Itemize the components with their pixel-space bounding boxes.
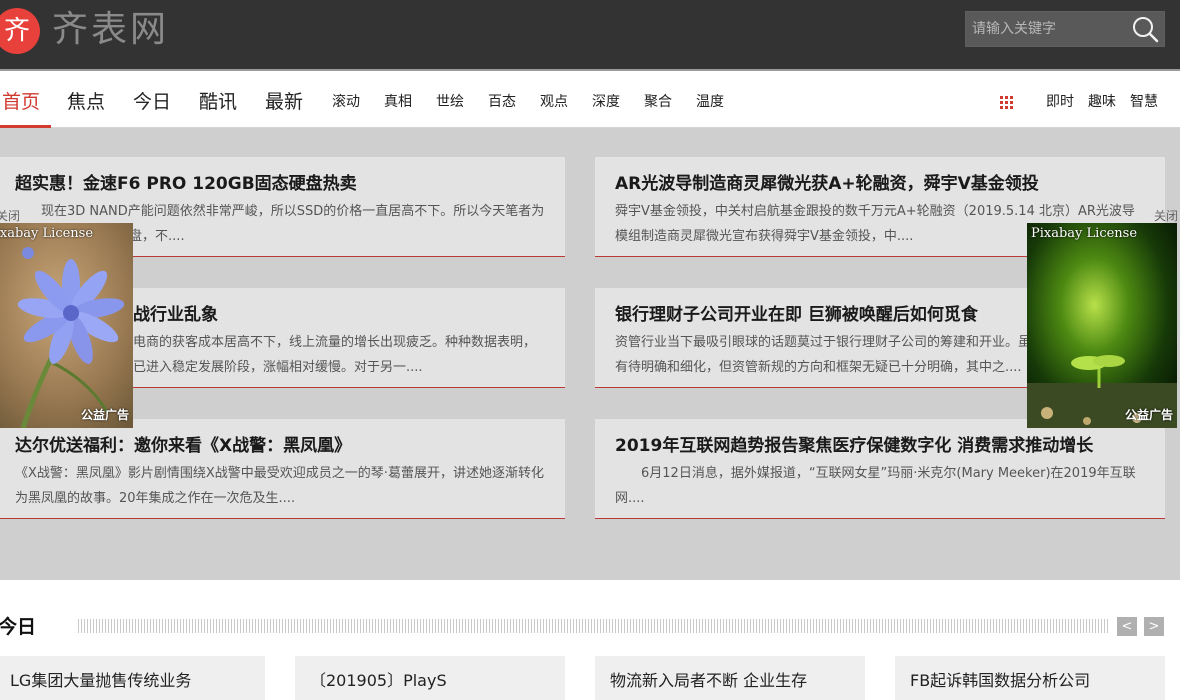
today-card-title[interactable]: LG集团大量抛售传统业务: [10, 667, 191, 691]
featured-card-title[interactable]: 超实惠！金速F6 PRO 120GB固态硬盘热卖: [15, 169, 357, 194]
nav-item-opinion[interactable]: 观点: [540, 71, 568, 128]
green-sprout-image: [1027, 223, 1177, 428]
grid-menu-icon[interactable]: [1000, 96, 1014, 110]
right-ad-banner[interactable]: Pixabay License 公益广告: [1027, 223, 1177, 428]
blue-flower-image: [0, 223, 133, 428]
search-box: [965, 11, 1165, 47]
featured-card[interactable]: 2019年互联网趋势报告聚焦医疗保健数字化 消费需求推动增长 6月12日消息，据…: [595, 419, 1165, 519]
search-button[interactable]: [1130, 15, 1160, 43]
nav-item-instant[interactable]: 即时: [1046, 71, 1074, 128]
nav-item-aggregate[interactable]: 聚合: [644, 71, 672, 128]
featured-card-desc: 电商的获客成本居高不下，线上流量的增长出现疲乏。种种数据表明，已进入稳定发展阶段…: [133, 335, 537, 375]
today-card-title[interactable]: 〔201905〕PlayS: [310, 667, 447, 691]
next-page-button[interactable]: >: [1144, 617, 1164, 636]
nav-item-focus[interactable]: 焦点: [67, 71, 105, 128]
nav-item-truth[interactable]: 真相: [384, 71, 412, 128]
section-title-today: 今日: [0, 616, 37, 638]
left-ad-banner[interactable]: Pixabay License 公益广告: [0, 223, 133, 428]
top-header: 齐 齐表网: [0, 0, 1180, 69]
left-ad-close-button[interactable]: 关闭: [0, 207, 20, 224]
nav-item-baitai[interactable]: 百态: [488, 71, 516, 128]
featured-card-desc: 6月12日消息，据外媒报道，“互联网女星”玛丽·米克尔(Mary Meeker)…: [615, 466, 1136, 506]
nav-item-latest[interactable]: 最新: [265, 71, 303, 128]
nav-item-warmth[interactable]: 温度: [696, 71, 724, 128]
nav-item-shihui[interactable]: 世绘: [436, 71, 464, 128]
featured-card-title[interactable]: 2019年互联网趋势报告聚焦医疗保健数字化 消费需求推动增长: [615, 431, 1093, 456]
today-card[interactable]: 〔201905〕PlayS: [295, 656, 565, 700]
featured-card-title[interactable]: 达尔优送福利：邀你来看《X战警：黑凤凰》: [15, 431, 351, 456]
featured-card-title[interactable]: 银行理财子公司开业在即 巨狮被唤醒后如何觅食: [615, 300, 978, 325]
ad-public-tag: 公益广告: [1124, 408, 1173, 422]
featured-card-desc: 《X战警：黑凤凰》影片剧情围绕X战警中最受欢迎成员之一的琴·葛蕾展开，讲述她逐渐…: [15, 466, 544, 506]
nav-item-depth[interactable]: 深度: [592, 71, 620, 128]
nav-item-kuxun[interactable]: 酷讯: [199, 71, 237, 128]
nav-item-scroll[interactable]: 滚动: [332, 71, 360, 128]
search-icon: [1133, 17, 1159, 43]
logo-badge[interactable]: 齐: [0, 8, 40, 54]
featured-card[interactable]: 达尔优送福利：邀你来看《X战警：黑凤凰》 《X战警：黑凤凰》影片剧情围绕X战警中…: [0, 419, 565, 519]
prev-page-button[interactable]: <: [1117, 617, 1137, 636]
nav-item-fun[interactable]: 趣味: [1088, 71, 1116, 128]
nav-item-today[interactable]: 今日: [133, 71, 171, 128]
today-card[interactable]: FB起诉韩国数据分析公司: [895, 656, 1165, 700]
featured-card-desc: 资管行业当下最吸引眼球的话题莫过于银行理财子公司的筹建和开业。虽有待明确和细化，…: [615, 335, 1032, 375]
today-card-title[interactable]: FB起诉韩国数据分析公司: [910, 667, 1090, 691]
ad-license-caption: Pixabay License: [0, 226, 94, 241]
nav-item-home[interactable]: 首页: [2, 71, 40, 128]
section-divider: [78, 619, 1110, 633]
search-input[interactable]: [966, 12, 1126, 46]
featured-card-title[interactable]: 战行业乱象: [133, 300, 218, 325]
nav-item-wisdom[interactable]: 智慧: [1130, 71, 1158, 128]
ad-public-tag: 公益广告: [80, 408, 129, 422]
site-logo-text[interactable]: 齐表网: [52, 8, 169, 52]
featured-card-title[interactable]: AR光波导制造商灵犀微光获A+轮融资，舜宇V基金领投: [615, 169, 1039, 194]
right-ad-close-button[interactable]: 关闭: [1154, 207, 1178, 224]
ad-license-caption: Pixabay License: [1031, 226, 1138, 241]
today-card[interactable]: LG集团大量抛售传统业务: [0, 656, 265, 700]
today-card[interactable]: 物流新入局者不断 企业生存: [595, 656, 865, 700]
today-card-title[interactable]: 物流新入局者不断 企业生存: [610, 667, 807, 691]
